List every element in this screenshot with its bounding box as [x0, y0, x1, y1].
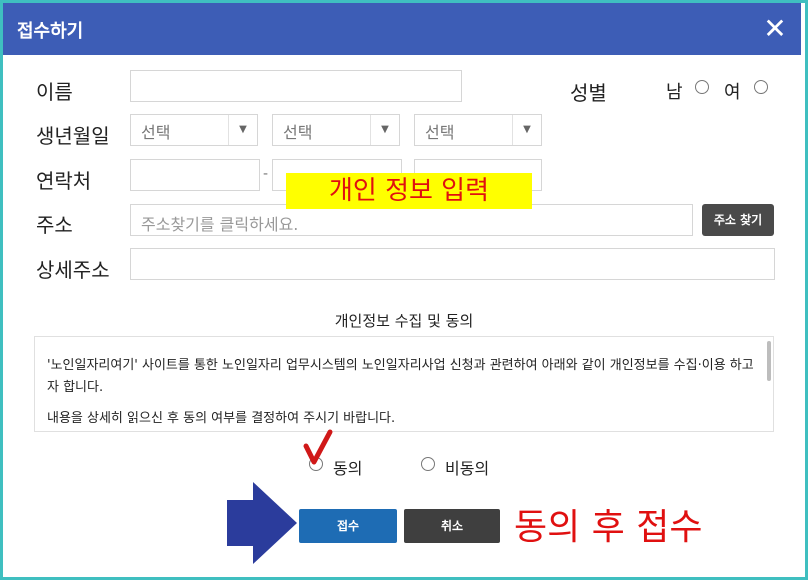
dialog-titlebar: 접수하기 ✕	[3, 3, 801, 55]
chevron-down-icon: ▼	[512, 115, 541, 145]
consent-paragraph-1: '노인일자리여기' 사이트를 통한 노인일자리 업무시스템의 노인일자리사업 신…	[47, 358, 754, 395]
dialog-title: 접수하기	[17, 21, 84, 42]
close-icon[interactable]: ✕	[759, 11, 791, 47]
name-label: 이름	[36, 80, 73, 104]
address-search-button[interactable]: 주소 찾기	[702, 204, 774, 236]
phone-input-1[interactable]	[130, 159, 260, 191]
birth-month-select[interactable]: 선택 ▼	[272, 114, 400, 146]
chevron-down-icon: ▼	[370, 115, 399, 145]
consent-scrollbar[interactable]	[767, 341, 771, 381]
gender-male-radio[interactable]	[695, 80, 709, 94]
consent-title: 개인정보 수집 및 동의	[334, 312, 474, 330]
birth-year-select[interactable]: 선택 ▼	[130, 114, 258, 146]
annotation-banner: 개인 정보 입력	[286, 173, 532, 209]
birth-year-value: 선택	[141, 123, 171, 142]
phone-label: 연락처	[36, 169, 92, 193]
gender-female-label: 여	[724, 82, 741, 103]
detail-address-input[interactable]	[130, 248, 775, 280]
gender-female-radio[interactable]	[754, 80, 768, 94]
birth-label: 생년월일	[36, 124, 110, 148]
check-mark-icon	[303, 429, 333, 465]
annotation-bottom-text: 동의 후 접수	[514, 507, 703, 548]
submit-button[interactable]: 접수	[299, 509, 397, 543]
consent-paragraph-2: 내용을 상세히 읽으신 후 동의 여부를 결정하여 주시기 바랍니다.	[47, 411, 396, 426]
birth-month-value: 선택	[283, 123, 313, 142]
disagree-radio[interactable]	[421, 457, 435, 471]
name-input[interactable]	[130, 70, 462, 102]
detail-address-label: 상세주소	[36, 258, 110, 282]
address-placeholder: 주소찾기를 클릭하세요.	[141, 215, 299, 234]
disagree-label: 비동의	[445, 459, 490, 478]
address-label: 주소	[36, 213, 73, 237]
chevron-down-icon: ▼	[228, 115, 257, 145]
phone-dash: -	[263, 166, 269, 182]
birth-day-value: 선택	[425, 123, 455, 142]
consent-box: '노인일자리여기' 사이트를 통한 노인일자리 업무시스템의 노인일자리사업 신…	[34, 336, 774, 432]
gender-label: 성별	[570, 81, 607, 105]
cancel-button[interactable]: 취소	[404, 509, 500, 543]
gender-male-label: 남	[666, 82, 683, 103]
birth-day-select[interactable]: 선택 ▼	[414, 114, 542, 146]
arrow-right-icon	[227, 482, 297, 564]
agree-label: 동의	[333, 459, 363, 478]
